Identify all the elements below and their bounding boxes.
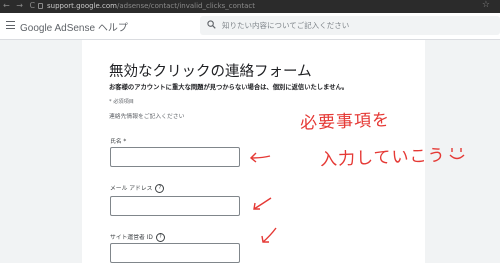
annotation-line-2: 入力していこう — [319, 145, 446, 171]
smiley-icon — [449, 148, 465, 160]
search-input[interactable] — [222, 18, 492, 32]
help-circle-icon[interactable]: ? — [155, 233, 165, 242]
form-description: お客様のアカウントに重大な問題が見つからない場合は、個別に返信いたしません。 — [109, 84, 349, 91]
menu-icon[interactable] — [6, 21, 15, 29]
name-field[interactable] — [110, 147, 240, 167]
email-label-text: メール アドレス — [110, 186, 153, 192]
name-field-label: 氏名 * — [110, 136, 126, 145]
contact-info-note: 連絡先情報をご記入ください — [109, 114, 185, 120]
email-field-label: メール アドレス? — [110, 183, 165, 193]
address-bar[interactable]: support.google.com/adsense/contact/inval… — [47, 2, 255, 10]
lock-icon — [38, 3, 43, 9]
email-field[interactable] — [110, 196, 240, 216]
search-box[interactable] — [200, 16, 500, 35]
app-title[interactable]: Google AdSense ヘルプ — [20, 19, 128, 34]
name-label-text: 氏名 * — [110, 139, 127, 145]
arrow-icon — [261, 227, 277, 243]
help-circle-icon[interactable]: ? — [155, 184, 165, 193]
page-title: 無効なクリックの連絡フォーム — [109, 64, 312, 80]
annotation-line-1: 必要事項を — [299, 110, 391, 134]
app-header: Google AdSense ヘルプ — [0, 13, 500, 40]
publisher-id-label-text: サイト運営者 ID — [110, 235, 153, 241]
publisher-id-field-label: サイト運営者 ID? — [110, 232, 165, 242]
required-note: * 必須項目 — [109, 99, 134, 105]
publisher-id-field[interactable] — [110, 243, 240, 263]
arrow-icon — [249, 152, 271, 163]
arrow-icon — [253, 197, 272, 210]
url-path: /adsense/contact/invalid_clicks_contact — [116, 2, 255, 10]
browser-toolbar: ← → C support.google.com/adsense/contact… — [0, 0, 500, 13]
browser-nav-buttons[interactable]: ← → C — [3, 1, 37, 10]
url-host: support.google.com — [47, 2, 117, 10]
star-icon[interactable]: ☆ — [482, 0, 490, 10]
search-icon[interactable] — [207, 20, 216, 29]
